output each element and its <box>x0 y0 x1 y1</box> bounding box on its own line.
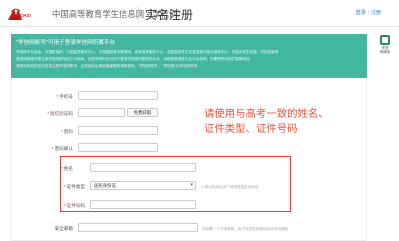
password-confirm-label: *密码确认 <box>51 146 73 151</box>
password-input[interactable] <box>78 126 158 135</box>
info-banner: "学信网账号"可用于登录学信网所属平台 学信网平台包括：中国研招网、中国留学服务… <box>11 34 367 78</box>
login-link[interactable]: 登录 <box>356 10 366 16</box>
site-header: CHSI 中国高等教育学生信息网（学信网） 实名注册 登录 | 注册 <box>0 0 399 27</box>
register-link[interactable]: 注册 <box>371 10 381 16</box>
page-title: 实名注册 <box>145 8 194 22</box>
security-email-label: 安全邮箱 <box>54 226 73 231</box>
wechat-qr-icon[interactable] <box>380 35 390 45</box>
security-email-hint: 请设置一个安全邮箱，用于找回密码和接收学信网通知 <box>202 227 289 231</box>
header-links: 登录 | 注册 <box>356 9 381 16</box>
highlight-frame <box>60 156 291 212</box>
required-mark: * <box>51 146 54 151</box>
header-divider <box>138 7 139 20</box>
password-label: *密码 <box>61 129 73 134</box>
phone-input[interactable] <box>78 91 158 100</box>
required-mark: * <box>47 111 50 116</box>
security-email-input[interactable] <box>78 223 198 232</box>
link-separator: | <box>367 10 369 16</box>
annotation-text: 请使用与高考一致的姓名、 证件类型、证件号码 <box>204 107 329 137</box>
logo-text: CHSI <box>20 13 31 18</box>
required-mark: * <box>56 94 59 99</box>
sms-code-label: *短信验证码 <box>47 111 73 116</box>
side-widget-label: 学信 网微信 <box>379 46 391 55</box>
sms-code-input[interactable] <box>78 108 125 117</box>
banner-title: "学信网账号"可用于登录学信网所属平台 <box>16 40 116 46</box>
annotation-line: 请使用与高考一致的姓名、 <box>204 109 329 120</box>
banner-line: 学信网平台包括：中国研招网、中国留学服务中心、中国高职高专教育网、高考招考服务中… <box>16 50 279 54</box>
banner-line: 各类网络服务需注册学信网账号后方可使用，此账号同时也可用于登录学信网所属其他平台… <box>16 56 250 61</box>
phone-label: *手机号 <box>56 94 73 99</box>
get-sms-code-button[interactable]: 免费获取 <box>127 108 158 117</box>
password-confirm-input[interactable] <box>78 143 158 152</box>
required-mark: * <box>61 129 63 134</box>
annotation-line: 证件类型、证件号码 <box>204 124 298 135</box>
banner-line: 请使用有效的证件信息注册学信网账号，注册成功后请妥善保管账号和密码，"学信网账号… <box>16 63 198 68</box>
